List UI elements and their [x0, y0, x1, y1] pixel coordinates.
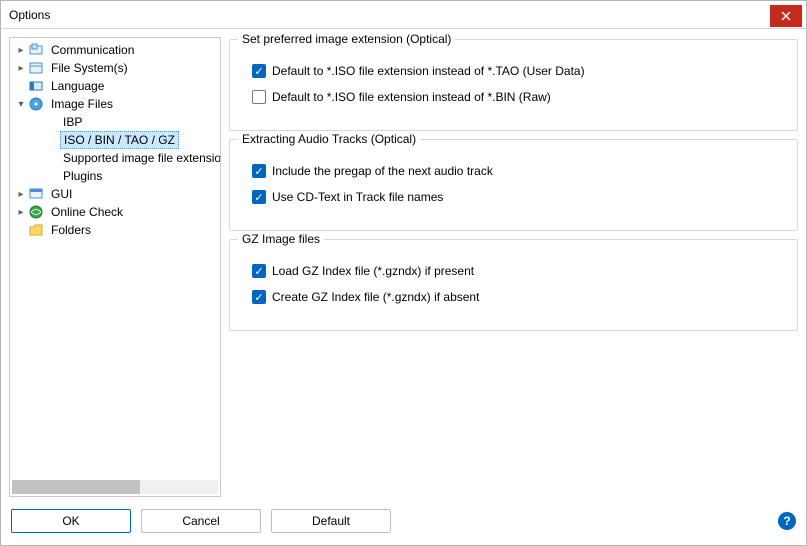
chevron-right-icon[interactable]: ▸ [14, 45, 28, 56]
gui-icon [28, 186, 44, 202]
chevron-down-icon[interactable]: ▾ [14, 99, 28, 110]
option-label: Load GZ Index file (*.gzndx) if present [272, 264, 474, 278]
checkbox[interactable]: ✓ [252, 264, 266, 278]
group-preferred-extension: Set preferred image extension (Optical) … [229, 39, 798, 131]
option-label: Use CD-Text in Track file names [272, 190, 443, 204]
tree-item-folders[interactable]: Folders [10, 221, 221, 239]
disc-icon [28, 96, 44, 112]
tree-item-iso-bin-tao-gz[interactable]: ISO / BIN / TAO / GZ [10, 131, 221, 149]
option-label: Include the pregap of the next audio tra… [272, 164, 493, 178]
window-title: Options [9, 8, 50, 22]
bottom-bar: OK Cancel Default ? [1, 497, 806, 545]
group-title: Set preferred image extension (Optical) [238, 32, 455, 46]
tree-item-supported-ext[interactable]: Supported image file extension [10, 149, 221, 167]
tree-item-ibp[interactable]: IBP [10, 113, 221, 131]
tree-item-online-check[interactable]: ▸ Online Check [10, 203, 221, 221]
cancel-button[interactable]: Cancel [141, 509, 261, 533]
folder-icon [28, 222, 44, 238]
option-label: Create GZ Index file (*.gzndx) if absent [272, 290, 479, 304]
checkbox[interactable]: ✓ [252, 164, 266, 178]
tree-item-image-files[interactable]: ▾ Image Files [10, 95, 221, 113]
close-icon [781, 11, 791, 21]
tree-item-plugins[interactable]: Plugins [10, 167, 221, 185]
body: ▸ Communication ▸ File System(s) Languag… [1, 29, 806, 497]
language-icon [28, 78, 44, 94]
content-panel: Set preferred image extension (Optical) … [229, 37, 798, 497]
tree-item-communication[interactable]: ▸ Communication [10, 41, 221, 59]
communication-icon [28, 42, 44, 58]
option-load-gz-index[interactable]: ✓ Load GZ Index file (*.gzndx) if presen… [252, 264, 783, 278]
option-label: Default to *.ISO file extension instead … [272, 64, 585, 78]
checkbox[interactable]: ✓ [252, 290, 266, 304]
horizontal-scrollbar[interactable] [12, 480, 218, 494]
chevron-right-icon[interactable]: ▸ [14, 189, 28, 200]
tree-item-language[interactable]: Language [10, 77, 221, 95]
file-system-icon [28, 60, 44, 76]
chevron-right-icon[interactable]: ▸ [14, 63, 28, 74]
group-title: Extracting Audio Tracks (Optical) [238, 132, 420, 146]
option-include-pregap[interactable]: ✓ Include the pregap of the next audio t… [252, 164, 783, 178]
checkbox[interactable]: ✓ [252, 190, 266, 204]
globe-icon [28, 204, 44, 220]
titlebar: Options [1, 1, 806, 29]
chevron-right-icon[interactable]: ▸ [14, 207, 28, 218]
help-icon[interactable]: ? [778, 512, 796, 530]
option-create-gz-index[interactable]: ✓ Create GZ Index file (*.gzndx) if abse… [252, 290, 783, 304]
option-default-iso-bin[interactable]: Default to *.ISO file extension instead … [252, 90, 783, 104]
tree-item-file-system[interactable]: ▸ File System(s) [10, 59, 221, 77]
checkbox[interactable] [252, 90, 266, 104]
checkbox[interactable]: ✓ [252, 64, 266, 78]
tree-item-gui[interactable]: ▸ GUI [10, 185, 221, 203]
scrollbar-thumb[interactable] [12, 480, 140, 494]
default-button[interactable]: Default [271, 509, 391, 533]
option-default-iso-tao[interactable]: ✓ Default to *.ISO file extension instea… [252, 64, 783, 78]
option-cdtext[interactable]: ✓ Use CD-Text in Track file names [252, 190, 783, 204]
option-label: Default to *.ISO file extension instead … [272, 90, 551, 104]
group-gz-image-files: GZ Image files ✓ Load GZ Index file (*.g… [229, 239, 798, 331]
group-extracting-audio: Extracting Audio Tracks (Optical) ✓ Incl… [229, 139, 798, 231]
close-button[interactable] [770, 5, 802, 27]
ok-button[interactable]: OK [11, 509, 131, 533]
group-title: GZ Image files [238, 232, 324, 246]
nav-tree: ▸ Communication ▸ File System(s) Languag… [9, 37, 221, 497]
